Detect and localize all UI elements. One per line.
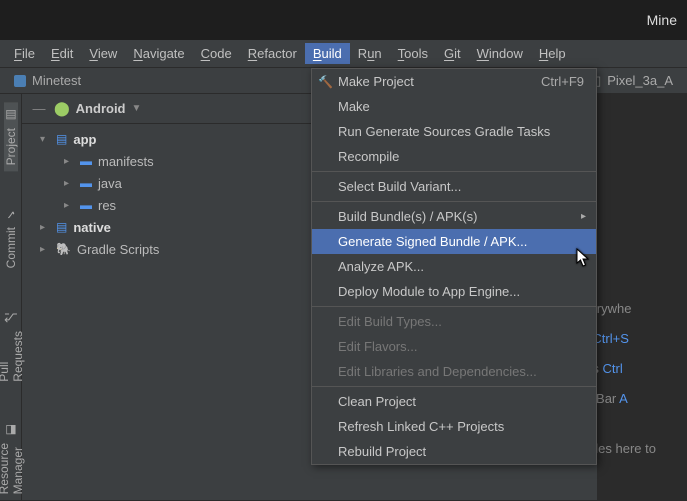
chevron-down-icon: ▾ [40,134,52,145]
menu-item-edit-libraries-and-dependencies: Edit Libraries and Dependencies... [312,359,596,384]
commit-icon: ✓ [4,207,18,221]
menu-item-label: Make Project [338,74,414,89]
chevron-down-icon[interactable]: ▼ [132,103,142,114]
pr-icon: ⎇ [4,311,18,325]
chevron-right-icon: ▸ [64,178,76,189]
shortcut-label: Ctrl+F9 [541,74,584,89]
tab-device[interactable]: ▯ Pixel_3a_A [584,70,683,92]
tree-gradle-label: Gradle Scripts [77,242,159,257]
project-icon [14,75,26,87]
view-selector[interactable]: Android [76,101,126,116]
tab-label: Minetest [32,73,81,88]
menu-item-label: Make [338,99,370,114]
menu-edit[interactable]: Edit [43,43,81,64]
tab-device-label: Pixel_3a_A [607,73,673,88]
menu-item-label: Analyze APK... [338,259,424,274]
android-icon: ⬤ [54,100,70,117]
project-sideicon: ▤ [4,108,18,122]
titlebar: Mine [0,0,687,40]
tree-res-label: res [98,198,116,213]
submenu-arrow-icon: ▸ [581,211,586,222]
menu-item-label: Edit Build Types... [338,314,442,329]
folder-icon: ▬ [80,198,92,212]
tree-manifests-label: manifests [98,154,154,169]
menu-item-rebuild-project[interactable]: Rebuild Project [312,439,596,464]
menu-item-recompile[interactable]: Recompile [312,144,596,169]
menu-item-edit-build-types: Edit Build Types... [312,309,596,334]
tree-java-label: java [98,176,122,191]
editor-area: ch Everywhe o File Ctrl+S nt Files Ctrl … [597,94,687,500]
sidetab-resourcemanager[interactable]: Resource Manager◧ [0,417,25,500]
menu-item-analyze-apk[interactable]: Analyze APK... [312,254,596,279]
menu-help[interactable]: Help [531,43,574,64]
menu-build[interactable]: Build [305,43,350,64]
sidetab-project[interactable]: Project▤ [4,102,18,171]
res-icon: ◧ [4,423,18,437]
menu-item-label: Refresh Linked C++ Projects [338,419,504,434]
gradle-icon: 🐘 [56,242,71,256]
chevron-right-icon: ▸ [64,156,76,167]
menu-item-make[interactable]: Make [312,94,596,119]
menu-refactor[interactable]: Refactor [240,43,305,64]
window-title: Mine [647,12,677,28]
menu-tools[interactable]: Tools [390,43,436,64]
folder-icon: ▬ [80,154,92,168]
menu-item-refresh-linked-c-projects[interactable]: Refresh Linked C++ Projects [312,414,596,439]
menu-file[interactable]: File [6,43,43,64]
menu-item-label: Recompile [338,149,399,164]
chevron-right-icon: ▸ [40,222,52,233]
menu-item-edit-flavors: Edit Flavors... [312,334,596,359]
menu-item-deploy-module-to-app-engine[interactable]: Deploy Module to App Engine... [312,279,596,304]
hammer-icon: 🔨 [318,75,333,89]
menu-item-label: Rebuild Project [338,444,426,459]
menu-item-clean-project[interactable]: Clean Project [312,389,596,414]
tree-app-label: app [73,132,96,147]
menu-navigate[interactable]: Navigate [125,43,192,64]
menu-code[interactable]: Code [193,43,240,64]
menu-item-make-project[interactable]: 🔨 Make Project Ctrl+F9 [312,69,596,94]
menu-view[interactable]: View [81,43,125,64]
menu-git[interactable]: Git [436,43,469,64]
menubar: File Edit View Navigate Code Refactor Bu… [0,40,687,68]
menu-item-label: Edit Flavors... [338,339,417,354]
folder-icon: ▬ [80,176,92,190]
menu-item-generate-signed-bundle-apk[interactable]: Generate Signed Bundle / APK... [312,229,596,254]
build-menu-dropdown: 🔨 Make Project Ctrl+F9 Make Run Generate Sou… [311,68,597,465]
tab-minetest[interactable]: Minetest [4,70,91,91]
menu-item-run-generate-sources-gradle-tasks[interactable]: Run Generate Sources Gradle Tasks [312,119,596,144]
menu-window[interactable]: Window [469,43,531,64]
menu-item-label: Generate Signed Bundle / APK... [338,234,527,249]
chevron-right-icon: ▸ [40,244,52,255]
module-icon: ▤ [56,132,67,146]
menu-item-build-bundle-s-apk-s[interactable]: Build Bundle(s) / APK(s) ▸ [312,204,596,229]
menu-item-label: Edit Libraries and Dependencies... [338,364,537,379]
menu-item-label: Deploy Module to App Engine... [338,284,520,299]
sidetab-pullrequests[interactable]: Pull Requests⎇ [0,305,25,388]
menu-item-label: Run Generate Sources Gradle Tasks [338,124,550,139]
module-icon: ▤ [56,220,67,234]
menu-item-select-build-variant[interactable]: Select Build Variant... [312,174,596,199]
hide-icon[interactable]: — [30,100,48,118]
menu-item-label: Build Bundle(s) / APK(s) [338,209,477,224]
menu-run[interactable]: Run [350,43,390,64]
menu-item-label: Select Build Variant... [338,179,461,194]
menu-item-label: Clean Project [338,394,416,409]
sidetab-commit[interactable]: Commit✓ [4,201,18,274]
chevron-right-icon: ▸ [64,200,76,211]
tree-native-label: native [73,220,111,235]
left-toolwindow-strip: Project▤ Commit✓ Pull Requests⎇ Resource… [0,94,22,500]
